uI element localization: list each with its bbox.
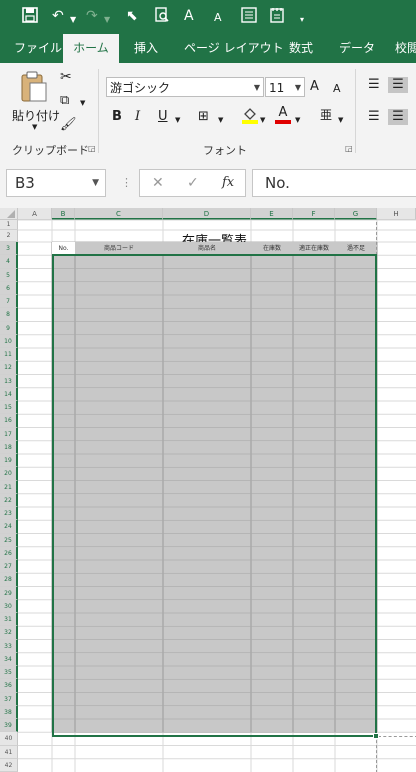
chevron-down-icon[interactable]: ▼ — [175, 112, 180, 128]
border-icon[interactable]: ⊞ — [198, 109, 209, 125]
tab-review[interactable]: 校閲 — [395, 34, 416, 63]
formula-input-value: No. — [265, 174, 290, 192]
tab-formulas[interactable]: 数式 — [289, 34, 313, 63]
tab-data[interactable]: データ — [339, 34, 375, 63]
group-separator — [98, 69, 99, 153]
font-grow-icon[interactable]: A — [184, 7, 194, 25]
font-name-combo[interactable]: 游ゴシック ▼ — [106, 77, 264, 97]
formula-bar: B3 ▼ ⋮ ✕ ✓ fx No. — [0, 158, 416, 209]
select-pointer-icon[interactable]: ⬉ — [126, 7, 138, 25]
form-icon[interactable] — [241, 7, 257, 28]
chevron-down-icon[interactable]: ▼ — [80, 95, 85, 111]
dialog-launcher-icon[interactable]: ◲ — [345, 144, 353, 153]
grow-font-button[interactable]: A — [310, 79, 319, 95]
format-painter-icon[interactable]: 🖌 — [60, 117, 77, 133]
save-icon[interactable] — [22, 7, 38, 28]
chevron-down-icon: ▼ — [92, 178, 99, 188]
font-color-letter: A — [278, 105, 288, 120]
print-preview-icon[interactable] — [154, 7, 170, 28]
font-color-swatch — [275, 120, 291, 124]
align-left-icon[interactable]: ☰ — [368, 109, 380, 125]
chevron-down-icon: ▼ — [294, 83, 301, 92]
underline-button[interactable]: U — [158, 109, 168, 125]
more-icon: ⋮ — [121, 176, 132, 189]
enter-icon[interactable]: ✓ — [187, 174, 199, 192]
font-color-icon[interactable]: A — [275, 106, 291, 124]
formula-buttons: ✕ ✓ fx — [139, 169, 246, 197]
formula-input[interactable]: No. — [252, 169, 416, 197]
cut-icon[interactable]: ✂ — [60, 69, 72, 85]
ribbon: 貼り付け ▼ ✂ ⧉ ▼ 🖌 クリップボード ◲ 游ゴシック ▼ 11 ▼ A … — [0, 63, 416, 159]
chevron-down-icon[interactable]: ▼ — [218, 112, 223, 128]
align-top-icon[interactable]: ☰ — [368, 77, 380, 93]
name-box[interactable]: B3 ▼ — [6, 169, 106, 197]
chevron-down-icon[interactable]: ▼ — [104, 11, 110, 29]
customize-qat-icon[interactable]: ▾ — [300, 11, 304, 29]
insert-function-button[interactable]: fx — [222, 174, 234, 192]
chevron-down-icon[interactable]: ▼ — [295, 112, 300, 128]
chevron-down-icon[interactable]: ▼ — [70, 11, 76, 29]
italic-button[interactable]: I — [135, 109, 140, 125]
shrink-font-button[interactable]: A — [333, 81, 341, 97]
font-name-value: 游ゴシック — [110, 81, 171, 95]
quick-access-toolbar: ↶ ▼ ↷ ▼ ⬉ A A ▾ — [0, 0, 416, 34]
clipboard-group-label: クリップボード — [12, 144, 89, 157]
chevron-down-icon[interactable]: ▼ — [260, 112, 265, 128]
document-icon[interactable] — [269, 7, 285, 28]
align-middle-icon[interactable]: ☰ — [388, 77, 408, 93]
cancel-icon[interactable]: ✕ — [152, 174, 164, 192]
fill-handle[interactable] — [373, 733, 379, 739]
chevron-down-icon: ▼ — [253, 83, 260, 92]
fill-color-icon[interactable] — [242, 106, 258, 129]
align-center-icon[interactable]: ☰ — [388, 109, 408, 125]
copy-icon[interactable]: ⧉ — [60, 93, 69, 109]
chevron-down-icon[interactable]: ▼ — [338, 112, 343, 128]
selected-range[interactable] — [52, 254, 377, 737]
chevron-down-icon: ▼ — [32, 123, 38, 131]
group-separator — [355, 69, 356, 153]
worksheet-grid[interactable]: ABCDEFGH 1 2 3 4 5 6 7 8 9 10 11 12 13 14 15 16 17 18 19 20… — [0, 208, 416, 772]
bold-button[interactable]: B — [112, 109, 122, 125]
font-shrink-icon[interactable]: A — [214, 9, 222, 27]
font-size-combo[interactable]: 11 ▼ — [265, 77, 305, 97]
undo-icon[interactable]: ↶ — [52, 7, 64, 25]
tab-file[interactable]: ファイル — [14, 34, 62, 63]
name-box-value: B3 — [15, 174, 35, 192]
tab-insert[interactable]: 挿入 — [134, 34, 158, 63]
page-break-line — [378, 736, 416, 737]
font-size-value: 11 — [269, 81, 285, 95]
redo-icon[interactable]: ↷ — [86, 7, 98, 25]
tab-home[interactable]: ホーム — [63, 34, 119, 63]
dialog-launcher-icon[interactable]: ◲ — [88, 144, 96, 153]
paste-icon — [20, 71, 48, 106]
paste-label: 貼り付け — [12, 109, 61, 123]
phonetic-guide-icon[interactable]: 亜 — [320, 107, 332, 123]
paste-button[interactable]: 貼り付け ▼ — [8, 69, 60, 135]
tab-page-layout[interactable]: ページ レイアウト — [184, 34, 284, 63]
ribbon-tabs: ファイル ホーム 挿入 ページ レイアウト 数式 データ 校閲 — [0, 34, 416, 63]
font-group-label: フォント — [203, 144, 247, 157]
